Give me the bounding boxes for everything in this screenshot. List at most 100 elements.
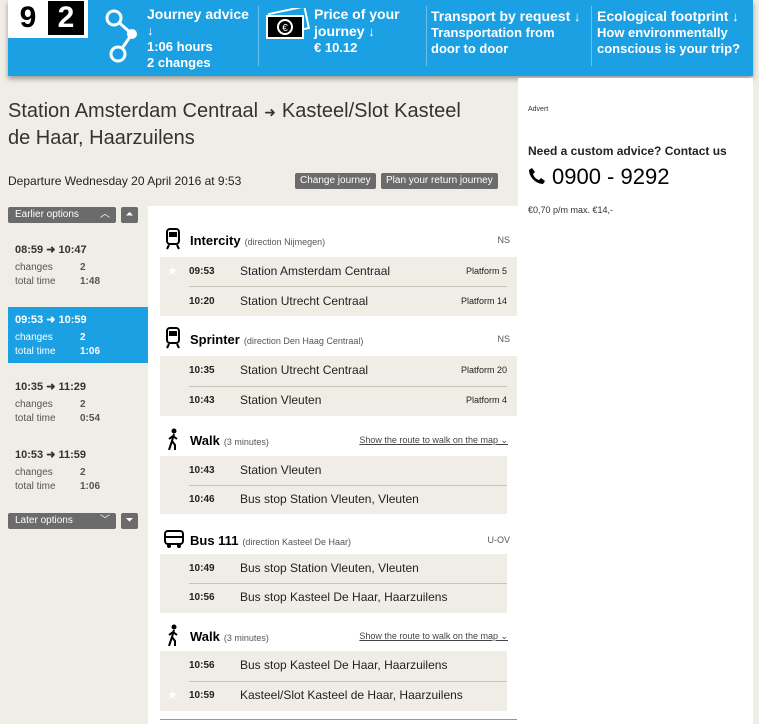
route-to-line-2: de Haar, Haarzuilens [8, 127, 195, 149]
option-total-value: 1:06 [80, 481, 101, 492]
option-changes-label: changes [15, 399, 53, 410]
page-title: Station Amsterdam Centraal ➜ Kasteel/Slot … [8, 98, 518, 151]
earlier-options-button[interactable]: Earlier options ︿ [8, 207, 116, 223]
route-arrow-icon: ➜ [264, 104, 276, 120]
leg-stops: 10:43 Station Vleuten 10:46 Bus stop Sta… [160, 456, 507, 514]
price-value: € 10.12 [314, 40, 358, 55]
stop-time: 10:43 [189, 465, 215, 476]
phone-number[interactable]: 0900 - 9292 [528, 164, 669, 190]
journey-advice-section[interactable]: Journey advice ↓ 1:06 hours 2 changes [147, 6, 249, 82]
bus-icon [164, 530, 184, 548]
later-options-label: Later options [15, 515, 73, 526]
star-icon[interactable]: ★ [167, 264, 178, 278]
phone-fee: €0,70 p/m max. €14,- [528, 205, 614, 215]
option-times: 08:59 ➜ 10:47 [15, 244, 87, 256]
leg-operator: NS [497, 235, 510, 245]
walking-person-icon [168, 624, 178, 646]
stop-time: 09:53 [189, 266, 215, 277]
leg-stops: 10:56 Bus stop Kasteel De Haar, Haarzuil… [160, 651, 507, 711]
divider [591, 6, 592, 66]
stop-name: Station Amsterdam Centraal [240, 264, 391, 278]
leg-mode: Walk [190, 629, 220, 644]
walking-person-icon [168, 428, 178, 450]
later-options-button[interactable]: Later options ﹀ [8, 513, 116, 529]
stop-row[interactable]: 10:49 Bus stop Station Vleuten, Vleuten [160, 554, 517, 584]
journey-option[interactable]: 10:53 ➜ 11:59 changes 2 total time 1:06 [8, 442, 149, 498]
first-option-button[interactable]: ⏶ [121, 207, 138, 223]
stop-row[interactable]: 10:35 Station Utrecht Centraal Platform … [160, 356, 517, 386]
stop-platform: Platform 4 [465, 395, 507, 405]
logo[interactable]: 9 2 [8, 0, 88, 38]
stop-time: 10:35 [189, 365, 215, 376]
journey-option[interactable]: 08:59 ➜ 10:47 changes 2 total time 1:48 [8, 237, 149, 293]
stop-row[interactable]: ★ 10:59 Kasteel/Slot Kasteel de Haar, Ha… [160, 681, 517, 711]
route-to-line-1: Kasteel/Slot Kasteel [281, 100, 461, 122]
ecological-footprint-section[interactable]: Ecological footprint ↓ How environmental… [597, 8, 740, 84]
change-journey-button[interactable]: Change journey [295, 173, 376, 189]
stop-platform: Platform 5 [465, 266, 507, 276]
leg-header: Bus 111 (direction Kasteel De Haar) U-OV [160, 530, 510, 552]
star-icon[interactable]: ★ [167, 688, 178, 702]
option-total-label: total time [15, 413, 56, 424]
leg-direction: (direction Nijmegen) [244, 237, 326, 247]
stop-row[interactable]: 10:20 Station Utrecht Centraal Platform … [160, 287, 517, 317]
chevron-up-icon: ︿ [100, 209, 110, 220]
leg-mode: Bus 111 [190, 533, 239, 548]
option-changes-value: 2 [80, 467, 86, 478]
eco-title: Ecological footprint [597, 8, 729, 24]
logo-digit-2: 2 [48, 1, 84, 35]
leg-operator: U-OV [487, 535, 511, 545]
option-changes-value: 2 [80, 399, 86, 410]
earlier-options-label: Earlier options [15, 209, 79, 220]
stop-row[interactable]: 10:56 Bus stop Kasteel De Haar, Haarzuil… [160, 583, 517, 613]
option-times: 09:53 ➜ 10:59 [15, 314, 87, 326]
show-walk-route-link[interactable]: Show the route to walk on the map ⌄ [359, 631, 508, 642]
leg-header: Walk (3 minutes) Show the route to walk o… [160, 624, 510, 648]
stop-row[interactable]: 10:46 Bus stop Station Vleuten, Vleuten [160, 485, 517, 515]
option-changes-value: 2 [80, 262, 86, 273]
stop-name: Bus stop Kasteel De Haar, Haarzuilens [240, 658, 448, 672]
last-option-button[interactable]: ⏷ [121, 513, 138, 529]
stop-name: Station Vleuten [240, 463, 322, 477]
chevron-down-icon: ﹀ [100, 515, 110, 526]
option-total-label: total time [15, 481, 56, 492]
option-total-value: 0:54 [80, 413, 101, 424]
phone-number-text: 0900 - 9292 [552, 164, 670, 189]
stop-row[interactable]: ★ 09:53 Station Amsterdam Centraal Platf… [160, 257, 517, 287]
stop-row[interactable]: 10:43 Station Vleuten [160, 456, 517, 486]
leg-duration: (3 minutes) [223, 437, 269, 447]
option-total-value: 1:48 [80, 276, 101, 287]
stop-name: Kasteel/Slot Kasteel de Haar, Haarzuilen… [240, 688, 463, 702]
plan-return-button[interactable]: Plan your return journey [381, 173, 498, 189]
option-total-value: 1:06 [80, 346, 101, 357]
route-from: Station Amsterdam Centraal [8, 100, 259, 122]
stop-time: 10:49 [189, 563, 215, 574]
option-times: 10:53 ➜ 11:59 [15, 449, 86, 461]
stop-name: Bus stop Station Vleuten, Vleuten [240, 561, 419, 575]
departure-text: Departure Wednesday 20 April 2016 at 9:5… [8, 174, 242, 188]
stop-name: Station Utrecht Centraal [240, 363, 369, 377]
stop-platform: Platform 14 [460, 296, 507, 306]
transport-arrow-icon: ↓ [573, 9, 581, 24]
journey-option-selected[interactable]: 09:53 ➜ 10:59 changes 2 total time 1:06 [8, 307, 157, 363]
price-section[interactable]: Price of your journey ↓ € 10.12 [314, 6, 400, 82]
stop-time: 10:20 [189, 296, 215, 307]
stop-platform: Platform 20 [460, 365, 507, 375]
show-walk-route-link[interactable]: Show the route to walk on the map ⌄ [359, 435, 508, 446]
stop-row[interactable]: 10:43 Station Vleuten Platform 4 [160, 386, 517, 416]
option-changes-value: 2 [80, 332, 86, 343]
option-times: 10:35 ➜ 11:29 [15, 381, 86, 393]
option-changes-label: changes [15, 467, 53, 478]
stop-row[interactable]: 10:56 Bus stop Kasteel De Haar, Haarzuil… [160, 651, 517, 681]
journey-changes: 2 changes [147, 55, 211, 70]
leg-mode: Intercity [190, 233, 241, 248]
journey-option[interactable]: 10:35 ➜ 11:29 changes 2 total time 0:54 [8, 374, 149, 430]
journey-advice-arrow-icon: ↓ [147, 23, 154, 38]
leg-operator: NS [497, 334, 510, 344]
eco-line-1: How environmentally [597, 25, 728, 40]
double-chevron-down-icon: ⏷ [125, 515, 134, 526]
leg-mode: Sprinter [190, 332, 240, 347]
transport-line-1: Transportation from [431, 25, 555, 40]
transport-by-request-section[interactable]: Transport by request ↓ Transportation fr… [431, 8, 580, 84]
svg-text:€: € [282, 23, 288, 34]
